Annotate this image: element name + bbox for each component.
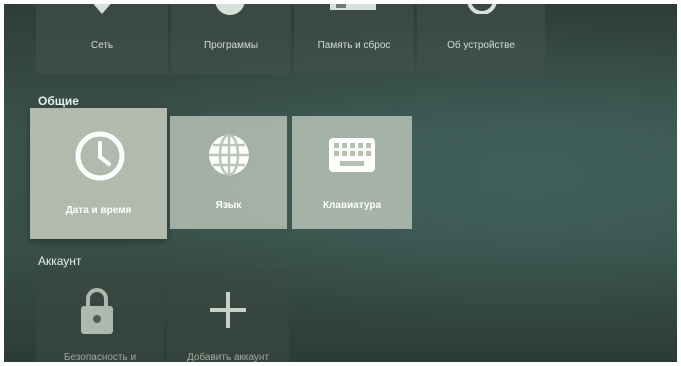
- tile-language-label: Язык: [215, 200, 242, 211]
- tile-date-time[interactable]: Дата и время: [30, 108, 167, 239]
- tile-date-time-label: Дата и время: [65, 205, 132, 216]
- tile-storage-label: Память и сброс: [317, 40, 391, 51]
- tile-storage[interactable]: Память и сброс: [294, 4, 414, 74]
- tile-about[interactable]: Об устройстве: [417, 4, 545, 74]
- tile-keyboard-label: Клавиатура: [322, 200, 382, 211]
- clock-icon: [74, 130, 126, 187]
- tile-network[interactable]: Сеть: [36, 4, 168, 74]
- tile-keyboard[interactable]: Клавиатура: [292, 116, 412, 229]
- lock-icon: [80, 286, 114, 339]
- globe-icon: [206, 132, 252, 183]
- tile-apps[interactable]: Программы: [171, 4, 291, 74]
- plus-icon: [210, 292, 246, 333]
- section-account-title: Аккаунт: [38, 254, 82, 268]
- tile-apps-label: Программы: [203, 40, 259, 51]
- tile-about-label: Об устройстве: [447, 40, 515, 51]
- location-pin-icon: [88, 4, 116, 23]
- tile-security[interactable]: Безопасность и: [36, 270, 164, 362]
- tile-add-account-label: Добавить аккаунт: [186, 352, 270, 362]
- storage-icon: [330, 4, 376, 19]
- tile-security-label: Безопасность и: [63, 352, 137, 362]
- tile-network-label: Сеть: [90, 40, 114, 51]
- tile-language[interactable]: Язык: [170, 116, 287, 229]
- info-icon: [467, 4, 497, 19]
- settings-screen: Сеть Программы Память и сброс Об устройс…: [4, 4, 677, 362]
- tile-add-account[interactable]: Добавить аккаунт: [167, 270, 289, 362]
- section-general-title: Общие: [38, 94, 79, 108]
- keyboard-icon: [329, 138, 375, 177]
- apps-icon: [215, 4, 245, 21]
